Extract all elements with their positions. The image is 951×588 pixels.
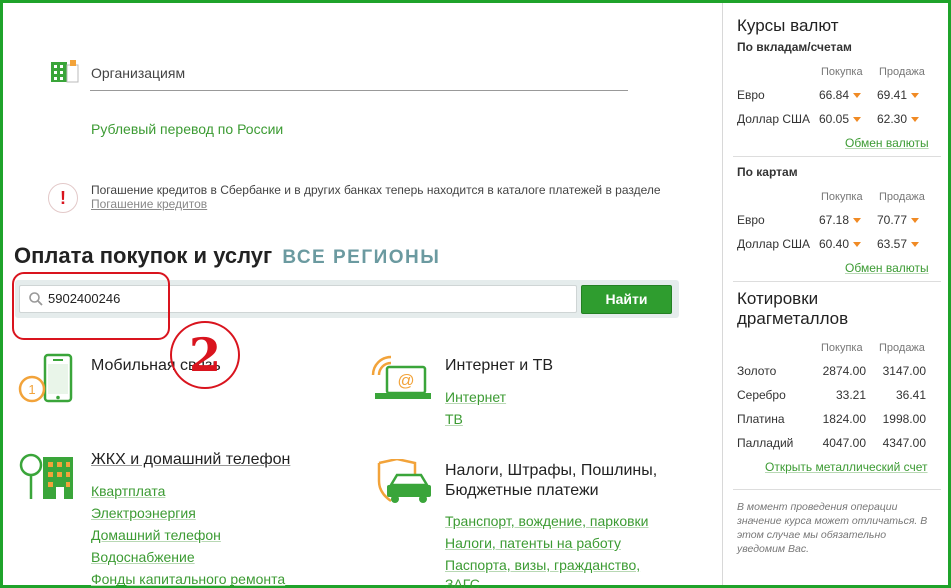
deposits-col-sell: Продажа (879, 66, 925, 78)
metal-name: Золото (737, 364, 777, 378)
card-rate-buy-value: 60.40 (819, 237, 850, 251)
divider (733, 489, 941, 490)
metals-title-line1: Котировки (737, 289, 819, 308)
deposit-buy: 60.05 (819, 112, 862, 126)
car-shield-icon (377, 459, 431, 503)
section-title-text: Оплата покупок и услуг (14, 243, 273, 268)
chevron-down-icon (853, 93, 862, 99)
card-rate-sell: 63.57 (877, 237, 920, 251)
main-content: Организациям Рублевый перевод по России … (3, 3, 723, 588)
card-rate-name: Доллар США (737, 237, 811, 251)
house-icon (19, 453, 73, 499)
link-taxes-patents[interactable]: Налоги, патенты на работу (445, 532, 649, 554)
card-rate-buy-value: 67.18 (819, 213, 850, 227)
metal-sell: 4347.00 (882, 436, 926, 450)
deposit-name: Евро (737, 88, 765, 102)
deposit-sell: 62.30 (877, 112, 920, 126)
cards-col-sell: Продажа (879, 191, 925, 203)
metal-sell: 36.41 (895, 388, 926, 402)
metal-buy: 33.21 (835, 388, 866, 402)
card-rate-sell-value: 63.57 (877, 237, 908, 251)
category-internet-title[interactable]: Интернет и ТВ (445, 356, 553, 376)
warning-icon: ! (48, 183, 78, 213)
metal-buy: 2874.00 (822, 364, 866, 378)
metals-title-line2: драгметаллов (737, 309, 849, 328)
rates-sidebar: Курсы валют По вкладам/счетам Покупка Пр… (722, 3, 948, 585)
category-taxes-links: Транспорт, вождение, парковки Налоги, па… (445, 510, 649, 588)
building-icon (51, 60, 79, 83)
section-title: Оплата покупок и услуг ВСЕ РЕГИОНЫ (14, 243, 440, 269)
cards-exchange-link[interactable]: Обмен валюты (845, 261, 929, 275)
metal-name: Палладий (737, 436, 794, 450)
link-passports[interactable]: Паспорта, визы, гражданство, (445, 554, 649, 576)
regions-selector[interactable]: ВСЕ РЕГИОНЫ (282, 247, 440, 268)
chevron-down-icon (853, 117, 862, 123)
ruble-transfer-link[interactable]: Рублевый перевод по России (91, 121, 283, 137)
divider (90, 90, 628, 91)
loan-repayment-link[interactable]: Погашение кредитов (91, 197, 207, 211)
category-internet-links: Интернет ТВ (445, 386, 506, 430)
open-metal-account-link[interactable]: Открыть металлический счет (765, 460, 928, 474)
card-rate-buy: 60.40 (819, 237, 862, 251)
svg-text:@: @ (397, 371, 414, 390)
rates-title: Курсы валют (737, 16, 839, 35)
mobile-phone-icon: 1 (18, 353, 73, 403)
deposit-buy: 66.84 (819, 88, 862, 102)
chevron-down-icon (853, 218, 862, 224)
chevron-down-icon (853, 242, 862, 248)
card-rate-sell-value: 70.77 (877, 213, 908, 227)
deposit-sell-value: 62.30 (877, 112, 908, 126)
metal-buy: 4047.00 (822, 436, 866, 450)
category-taxes-title-line2: Бюджетные платежи (445, 482, 599, 499)
metal-name: Серебро (737, 388, 786, 402)
deposit-name: Доллар США (737, 112, 811, 126)
category-taxes-title-line1: Налоги, Штрафы, Пошлины, (445, 462, 658, 479)
metal-sell: 3147.00 (882, 364, 926, 378)
link-water[interactable]: Водоснабжение (91, 546, 285, 568)
chevron-down-icon (911, 242, 920, 248)
deposits-exchange-link[interactable]: Обмен валюты (845, 136, 929, 150)
deposits-subtitle: По вкладам/счетам (737, 40, 852, 54)
link-internet[interactable]: Интернет (445, 386, 506, 408)
annotation-highlight-box (12, 272, 170, 340)
metal-buy: 1824.00 (822, 412, 866, 426)
deposit-buy-value: 60.05 (819, 112, 850, 126)
cards-col-buy: Покупка (821, 191, 863, 203)
chevron-down-icon (911, 93, 920, 99)
annotation-step-number: 2 (170, 321, 240, 389)
deposit-sell-value: 69.41 (877, 88, 908, 102)
card-rate-sell: 70.77 (877, 213, 920, 227)
laptop-icon: @ (371, 355, 431, 399)
chevron-down-icon (911, 218, 920, 224)
metals-col-buy: Покупка (821, 342, 863, 354)
metals-title: Котировки драгметаллов (737, 289, 848, 329)
category-housing-title[interactable]: ЖКХ и домашний телефон (91, 450, 290, 470)
metal-name: Платина (737, 412, 785, 426)
link-home-phone[interactable]: Домашний телефон (91, 524, 285, 546)
link-electricity[interactable]: Электроэнергия (91, 502, 285, 524)
card-rate-name: Евро (737, 213, 765, 227)
find-button[interactable]: Найти (581, 285, 672, 314)
divider (733, 281, 941, 282)
category-housing-links: Квартплата Электроэнергия Домашний телеф… (91, 480, 285, 588)
card-rate-buy: 67.18 (819, 213, 862, 227)
deposit-sell: 69.41 (877, 88, 920, 102)
link-transport[interactable]: Транспорт, вождение, парковки (445, 510, 649, 532)
divider (733, 156, 941, 157)
link-registry[interactable]: ЗАГС (445, 576, 649, 588)
organizations-label[interactable]: Организациям (91, 65, 185, 81)
metal-sell: 1998.00 (882, 412, 926, 426)
link-rent[interactable]: Квартплата (91, 480, 285, 502)
notice-text: Погашение кредитов в Сбербанке и в други… (91, 183, 661, 197)
deposit-buy-value: 66.84 (819, 88, 850, 102)
link-repair-funds[interactable]: Фонды капитального ремонта (91, 568, 285, 588)
metals-col-sell: Продажа (879, 342, 925, 354)
link-tv[interactable]: ТВ (445, 408, 506, 430)
rates-disclaimer: В момент проведения операции значение ку… (737, 501, 928, 555)
chevron-down-icon (911, 117, 920, 123)
deposits-col-buy: Покупка (821, 66, 863, 78)
cards-subtitle: По картам (737, 165, 798, 179)
category-taxes-title[interactable]: Налоги, Штрафы, Пошлины, Бюджетные плате… (445, 461, 657, 501)
svg-text:1: 1 (28, 382, 35, 397)
